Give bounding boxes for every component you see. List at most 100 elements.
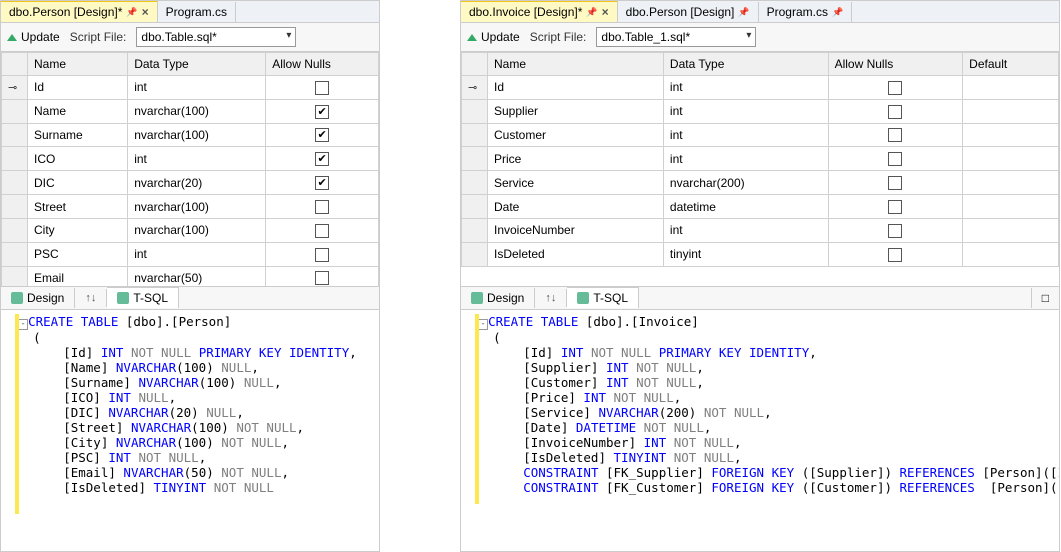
- cell-type[interactable]: nvarchar(100): [128, 218, 266, 242]
- table-row[interactable]: Streetnvarchar(100): [2, 195, 379, 219]
- tab-tsql[interactable]: T-SQL: [567, 287, 639, 308]
- cell-allow-nulls[interactable]: [266, 266, 379, 285]
- cell-type[interactable]: tinyint: [663, 242, 828, 266]
- row-selector[interactable]: [462, 195, 488, 219]
- tab-program[interactable]: Program.cs 📌: [759, 2, 853, 22]
- checkbox[interactable]: [888, 224, 902, 238]
- table-row[interactable]: PSCint: [2, 242, 379, 266]
- cell-type[interactable]: int: [663, 147, 828, 171]
- table-row[interactable]: DICnvarchar(20): [2, 171, 379, 195]
- cell-name[interactable]: Street: [28, 195, 128, 219]
- checkbox[interactable]: [888, 81, 902, 95]
- table-row[interactable]: InvoiceNumberint: [462, 218, 1059, 242]
- cell-name[interactable]: InvoiceNumber: [488, 218, 664, 242]
- cell-name[interactable]: PSC: [28, 242, 128, 266]
- cell-type[interactable]: int: [663, 76, 828, 100]
- cell-type[interactable]: int: [128, 76, 266, 100]
- row-selector[interactable]: ⊸: [2, 76, 28, 100]
- pin-icon[interactable]: 📌: [738, 7, 749, 18]
- row-selector[interactable]: [462, 147, 488, 171]
- row-selector[interactable]: [462, 171, 488, 195]
- cell-type[interactable]: int: [128, 147, 266, 171]
- update-button[interactable]: Update: [7, 30, 60, 44]
- table-row[interactable]: Surnamenvarchar(100): [2, 123, 379, 147]
- cell-default[interactable]: [963, 242, 1059, 266]
- cell-allow-nulls[interactable]: [266, 242, 379, 266]
- checkbox[interactable]: [888, 128, 902, 142]
- checkbox[interactable]: [888, 176, 902, 190]
- col-name[interactable]: Name: [488, 53, 664, 76]
- cell-allow-nulls[interactable]: [266, 195, 379, 219]
- cell-name[interactable]: Surname: [28, 123, 128, 147]
- cell-allow-nulls[interactable]: [828, 147, 963, 171]
- expand-button[interactable]: □: [1031, 288, 1059, 308]
- cell-name[interactable]: DIC: [28, 171, 128, 195]
- cell-type[interactable]: nvarchar(100): [128, 123, 266, 147]
- checkbox[interactable]: [315, 271, 329, 285]
- table-row[interactable]: Namenvarchar(100): [2, 99, 379, 123]
- cell-allow-nulls[interactable]: [828, 195, 963, 219]
- pin-icon[interactable]: 📌: [832, 7, 843, 18]
- col-type[interactable]: Data Type: [663, 53, 828, 76]
- pin-icon[interactable]: 📌: [586, 7, 597, 18]
- cell-default[interactable]: [963, 195, 1059, 219]
- col-default[interactable]: Default: [963, 53, 1059, 76]
- tab-tsql[interactable]: T-SQL: [107, 287, 179, 308]
- cell-type[interactable]: nvarchar(20): [128, 171, 266, 195]
- cell-default[interactable]: [963, 123, 1059, 147]
- row-selector[interactable]: [462, 242, 488, 266]
- checkbox[interactable]: [888, 200, 902, 214]
- checkbox[interactable]: [315, 224, 329, 238]
- cell-name[interactable]: Name: [28, 99, 128, 123]
- cell-name[interactable]: Date: [488, 195, 664, 219]
- cell-type[interactable]: nvarchar(100): [128, 195, 266, 219]
- row-selector[interactable]: ⊸: [462, 76, 488, 100]
- checkbox[interactable]: [888, 105, 902, 119]
- cell-type[interactable]: int: [663, 99, 828, 123]
- sql-editor[interactable]: -CREATE TABLE [dbo].[Person] ( [Id] INT …: [1, 310, 379, 552]
- col-type[interactable]: Data Type: [128, 53, 266, 76]
- cell-type[interactable]: nvarchar(100): [128, 99, 266, 123]
- cell-default[interactable]: [963, 218, 1059, 242]
- row-selector[interactable]: [2, 147, 28, 171]
- tab-program[interactable]: Program.cs: [158, 2, 236, 22]
- table-row[interactable]: Servicenvarchar(200): [462, 171, 1059, 195]
- row-selector[interactable]: [462, 123, 488, 147]
- table-row[interactable]: Priceint: [462, 147, 1059, 171]
- cell-name[interactable]: Email: [28, 266, 128, 285]
- cell-default[interactable]: [963, 171, 1059, 195]
- table-row[interactable]: ⊸Idint: [462, 76, 1059, 100]
- cell-allow-nulls[interactable]: [266, 171, 379, 195]
- cell-allow-nulls[interactable]: [266, 123, 379, 147]
- checkbox[interactable]: [315, 81, 329, 95]
- row-selector[interactable]: [2, 195, 28, 219]
- cell-allow-nulls[interactable]: [828, 76, 963, 100]
- cell-default[interactable]: [963, 99, 1059, 123]
- cell-allow-nulls[interactable]: [266, 99, 379, 123]
- cell-allow-nulls[interactable]: [828, 218, 963, 242]
- swap-button[interactable]: ↑↓: [535, 289, 567, 307]
- tab-person-design[interactable]: dbo.Person [Design]* 📌 ×: [1, 0, 158, 22]
- cell-allow-nulls[interactable]: [828, 242, 963, 266]
- cell-type[interactable]: nvarchar(50): [128, 266, 266, 285]
- cell-name[interactable]: Id: [28, 76, 128, 100]
- tab-person-design[interactable]: dbo.Person [Design] 📌: [618, 2, 759, 22]
- row-selector[interactable]: [2, 266, 28, 285]
- sql-editor[interactable]: -CREATE TABLE [dbo].[Invoice] ( [Id] INT…: [461, 310, 1059, 552]
- cell-name[interactable]: Service: [488, 171, 664, 195]
- close-icon[interactable]: ×: [602, 5, 609, 19]
- cell-name[interactable]: Id: [488, 76, 664, 100]
- row-selector[interactable]: [2, 242, 28, 266]
- tab-invoice-design[interactable]: dbo.Invoice [Design]* 📌 ×: [461, 0, 618, 22]
- table-row[interactable]: Customerint: [462, 123, 1059, 147]
- checkbox[interactable]: [315, 128, 329, 142]
- cell-type[interactable]: int: [663, 218, 828, 242]
- row-selector[interactable]: [2, 99, 28, 123]
- script-file-dropdown[interactable]: dbo.Table_1.sql*: [596, 27, 756, 47]
- close-icon[interactable]: ×: [142, 5, 149, 19]
- cell-name[interactable]: Supplier: [488, 99, 664, 123]
- col-name[interactable]: Name: [28, 53, 128, 76]
- checkbox[interactable]: [888, 152, 902, 166]
- row-selector[interactable]: [2, 171, 28, 195]
- cell-type[interactable]: nvarchar(200): [663, 171, 828, 195]
